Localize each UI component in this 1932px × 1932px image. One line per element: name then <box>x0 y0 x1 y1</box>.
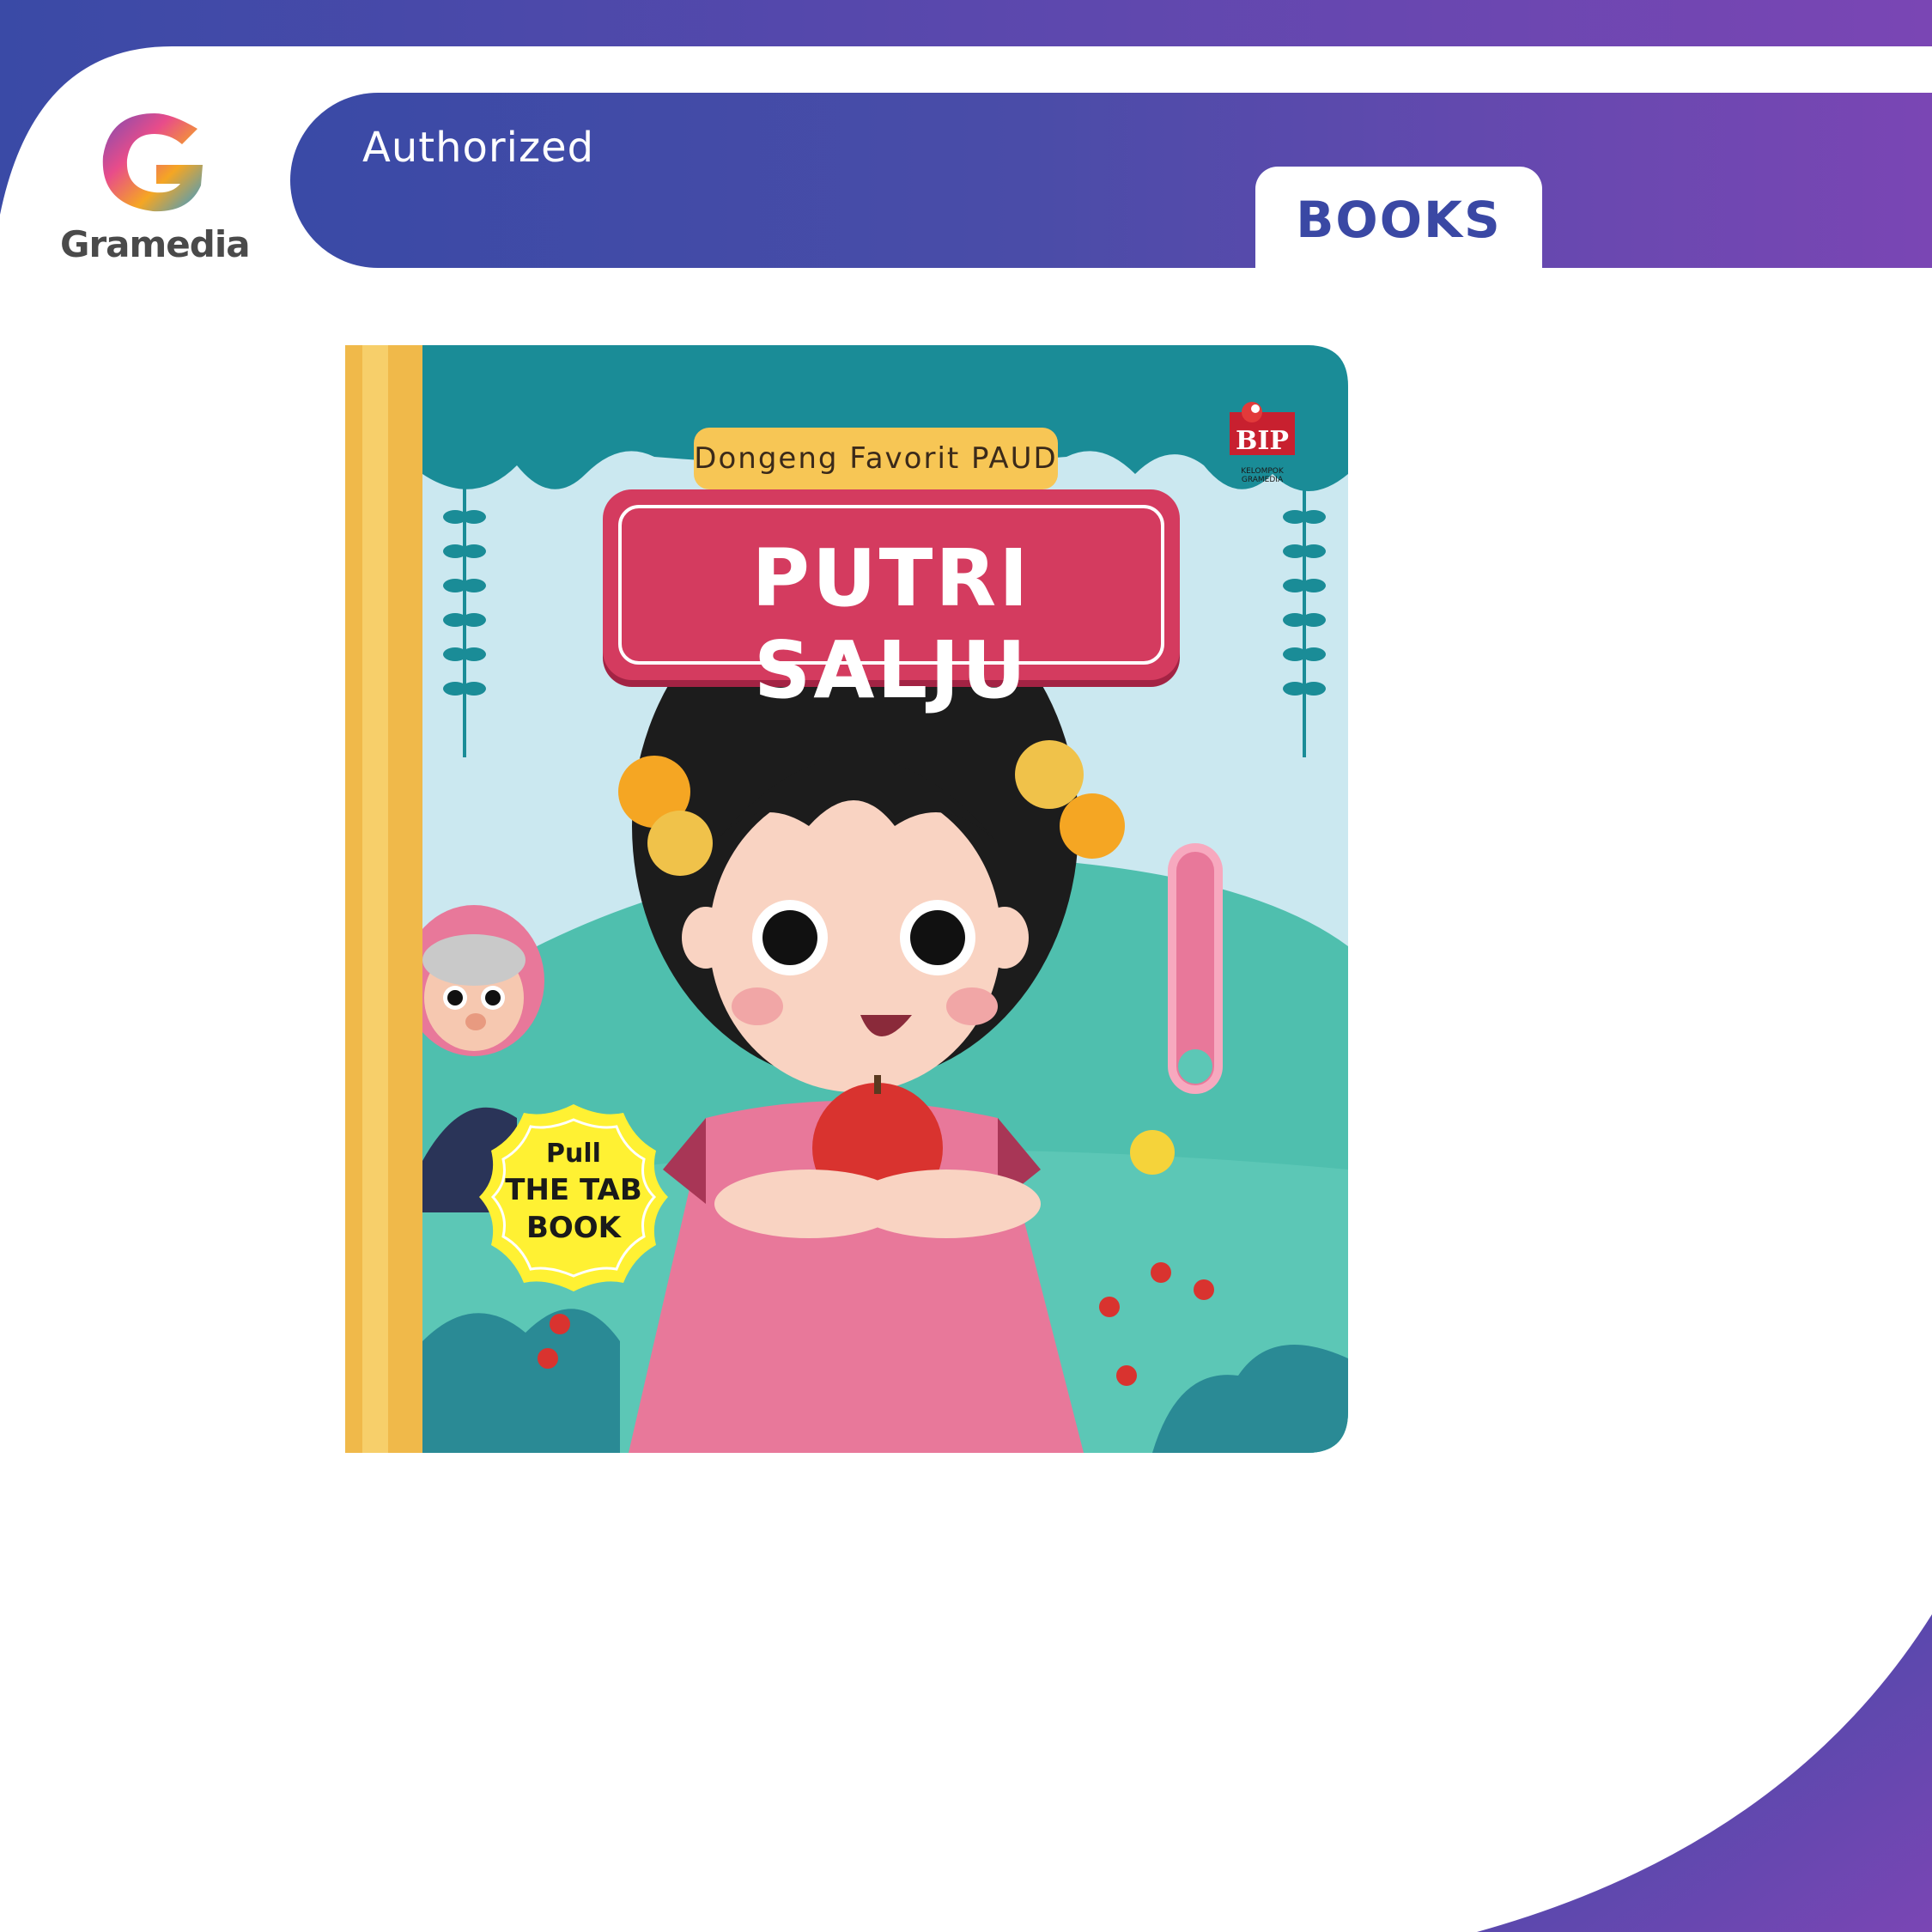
header-banner <box>290 93 1932 268</box>
books-tab[interactable]: BOOKS <box>1255 167 1542 270</box>
publisher-subtitle: KELOMPOK GRAMEDIA <box>1241 467 1284 484</box>
brand-name: Gramedia <box>60 223 251 265</box>
gramedia-logo-icon <box>102 113 203 212</box>
book-title: PUTRI SALJU <box>751 532 1031 716</box>
publisher-mark: BIP <box>1236 426 1289 456</box>
badge-line-3: BOOK <box>526 1211 622 1245</box>
authorized-label: Authorized <box>362 124 595 172</box>
publisher-logo: BIP KELOMPOK GRAMEDIA <box>1226 400 1298 484</box>
series-label: Dongeng Favorit PAUD <box>694 428 1058 489</box>
badge-line-2: THE TAB <box>505 1173 642 1207</box>
bottom-swoosh <box>1477 1614 1932 1932</box>
books-tab-label: BOOKS <box>1296 191 1502 249</box>
gramedia-logo[interactable]: Gramedia <box>60 103 251 275</box>
title-plate: PUTRI SALJU <box>603 489 1180 716</box>
badge-line-1: Pull <box>546 1139 601 1169</box>
